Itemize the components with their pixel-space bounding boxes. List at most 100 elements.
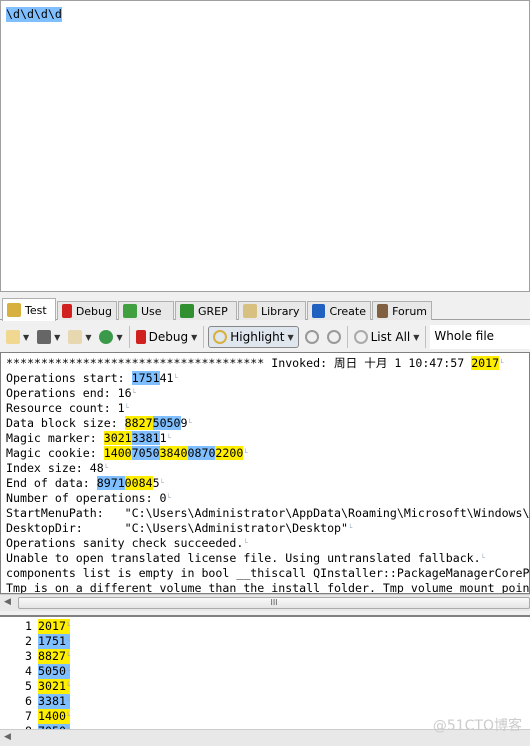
toolbar: ▼ ▼ ▼ ▼ Debug ▼ Highlight ▼ List All ▼ Whol…: [0, 323, 530, 351]
test-horizontal-scrollbar[interactable]: ◀ III: [0, 594, 530, 611]
tab-label: Use: [141, 304, 162, 318]
test-line: Magic cookie: 14007050384008702200: [6, 446, 529, 461]
paste-button[interactable]: ▼: [66, 326, 93, 348]
test-line: Operations sanity check succeeded.: [6, 536, 529, 551]
dropdown-arrow-icon[interactable]: ▼: [191, 333, 197, 342]
result-match: 2017: [38, 619, 71, 634]
text-segment: ************************************* In…: [6, 356, 472, 370]
previous-match-button[interactable]: [303, 326, 321, 348]
test-line: Operations end: 16: [6, 386, 529, 401]
tab-grep[interactable]: GREP: [175, 301, 237, 320]
regex-match: 2200: [215, 446, 244, 460]
tab-label: Debug: [75, 304, 112, 318]
debug-tab-icon: [62, 304, 72, 318]
test-line: Data block size: 882750509: [6, 416, 529, 431]
dropdown-arrow-icon[interactable]: ▼: [85, 333, 91, 342]
tab-debug[interactable]: Debug: [57, 301, 117, 320]
scope-select[interactable]: Whole file: [430, 325, 530, 349]
text-segment: DesktopDir: "C:\Users\Administrator\Desk…: [6, 521, 349, 535]
dropdown-arrow-icon[interactable]: ▼: [54, 333, 60, 342]
text-segment: Resource count: 1: [6, 401, 125, 415]
test-line: End of data: 897100845: [6, 476, 529, 491]
forum-tab-icon: [377, 304, 389, 318]
scrollbar-thumb[interactable]: III: [18, 597, 530, 609]
debug-label: Debug: [148, 330, 189, 344]
create-tab-icon: [312, 304, 326, 318]
dropdown-arrow-icon[interactable]: ▼: [23, 333, 29, 342]
result-match: 1751: [38, 634, 71, 649]
result-row[interactable]: 2 1751: [0, 634, 530, 649]
text-segment: Operations start:: [6, 371, 132, 385]
regex-match: 3381: [131, 431, 160, 445]
tab-forum[interactable]: Forum: [372, 301, 432, 320]
list-all-button[interactable]: List All ▼: [352, 326, 422, 348]
text-segment: 5: [152, 476, 160, 490]
test-line: Unable to open translated license file. …: [6, 551, 529, 566]
text-segment: Data block size:: [6, 416, 125, 430]
scroll-left-icon[interactable]: ◀: [4, 732, 11, 742]
debug-button[interactable]: Debug ▼: [134, 326, 200, 348]
watermark: @51CTO博客: [432, 718, 522, 734]
magnifier-icon: [353, 330, 368, 344]
test-line: Resource count: 1: [6, 401, 529, 416]
new-button[interactable]: ▼: [4, 326, 31, 348]
text-segment: 9: [180, 416, 188, 430]
test-line: components list is empty in bool __thisc…: [6, 566, 529, 581]
separator: [203, 326, 205, 348]
regex-match: 8971: [96, 476, 125, 490]
scroll-left-icon[interactable]: ◀: [4, 597, 11, 607]
separator: [425, 326, 427, 348]
text-segment: components list is empty in bool __thisc…: [6, 566, 530, 580]
test-text-area[interactable]: ************************************* In…: [0, 352, 530, 594]
result-row[interactable]: 4 5050: [0, 664, 530, 679]
save-button[interactable]: ▼: [35, 326, 62, 348]
test-line: ************************************* In…: [6, 356, 529, 371]
result-number: 3: [25, 649, 32, 663]
regex-match: 2017: [471, 356, 500, 370]
result-number: 5: [25, 679, 32, 693]
text-segment: StartMenuPath: "C:\Users\Administrator\A…: [6, 506, 530, 520]
tab-create[interactable]: Create: [307, 301, 371, 320]
dropdown-arrow-icon[interactable]: ▼: [116, 333, 122, 342]
result-match: 3381: [38, 694, 71, 709]
tab-label: GREP: [198, 304, 228, 318]
tab-use[interactable]: Use: [118, 301, 174, 320]
result-number: 7: [25, 709, 32, 723]
result-row[interactable]: 1 2017: [0, 619, 530, 634]
result-row[interactable]: 3 8827: [0, 649, 530, 664]
text-segment: 41: [159, 371, 174, 385]
library-tab-icon: [243, 304, 257, 318]
tab-test[interactable]: Test: [2, 298, 56, 321]
text-segment: Number of operations: 0: [6, 491, 167, 505]
document-icon: [6, 330, 20, 344]
bug-icon: [135, 330, 146, 344]
regex-match: 0084: [124, 476, 153, 490]
result-number: 1: [25, 619, 32, 633]
globe-icon: [99, 330, 114, 344]
test-line: Tmp is on a different volume than the in…: [6, 581, 529, 593]
highlight-button[interactable]: Highlight ▼: [208, 326, 299, 348]
text-segment: Operations end: 16: [6, 386, 132, 400]
result-match: 8827: [38, 649, 71, 664]
regex-text[interactable]: \d\d\d\d: [6, 7, 62, 22]
save-icon: [37, 330, 52, 344]
highlight-label: Highlight: [230, 330, 285, 344]
test-line: DesktopDir: "C:\Users\Administrator\Desk…: [6, 521, 529, 536]
separator: [128, 326, 130, 348]
text-segment: Index size: 48: [6, 461, 104, 475]
regex-editor[interactable]: \d\d\d\d: [0, 0, 530, 292]
result-match: 3021: [38, 679, 71, 694]
dropdown-arrow-icon[interactable]: ▼: [287, 333, 293, 342]
result-row[interactable]: 5 3021: [0, 679, 530, 694]
tab-library[interactable]: Library: [238, 301, 306, 320]
regex-match: 0870: [187, 446, 216, 460]
text-segment: Magic cookie:: [6, 446, 104, 460]
result-row[interactable]: 6 3381: [0, 694, 530, 709]
text-segment: Magic marker:: [6, 431, 104, 445]
result-number: 2: [25, 634, 32, 648]
tab-label: Create: [329, 304, 366, 318]
tab-label: Test: [25, 303, 47, 317]
next-match-button[interactable]: [325, 326, 343, 348]
result-number: 6: [25, 694, 32, 708]
web-button[interactable]: ▼: [97, 326, 124, 348]
